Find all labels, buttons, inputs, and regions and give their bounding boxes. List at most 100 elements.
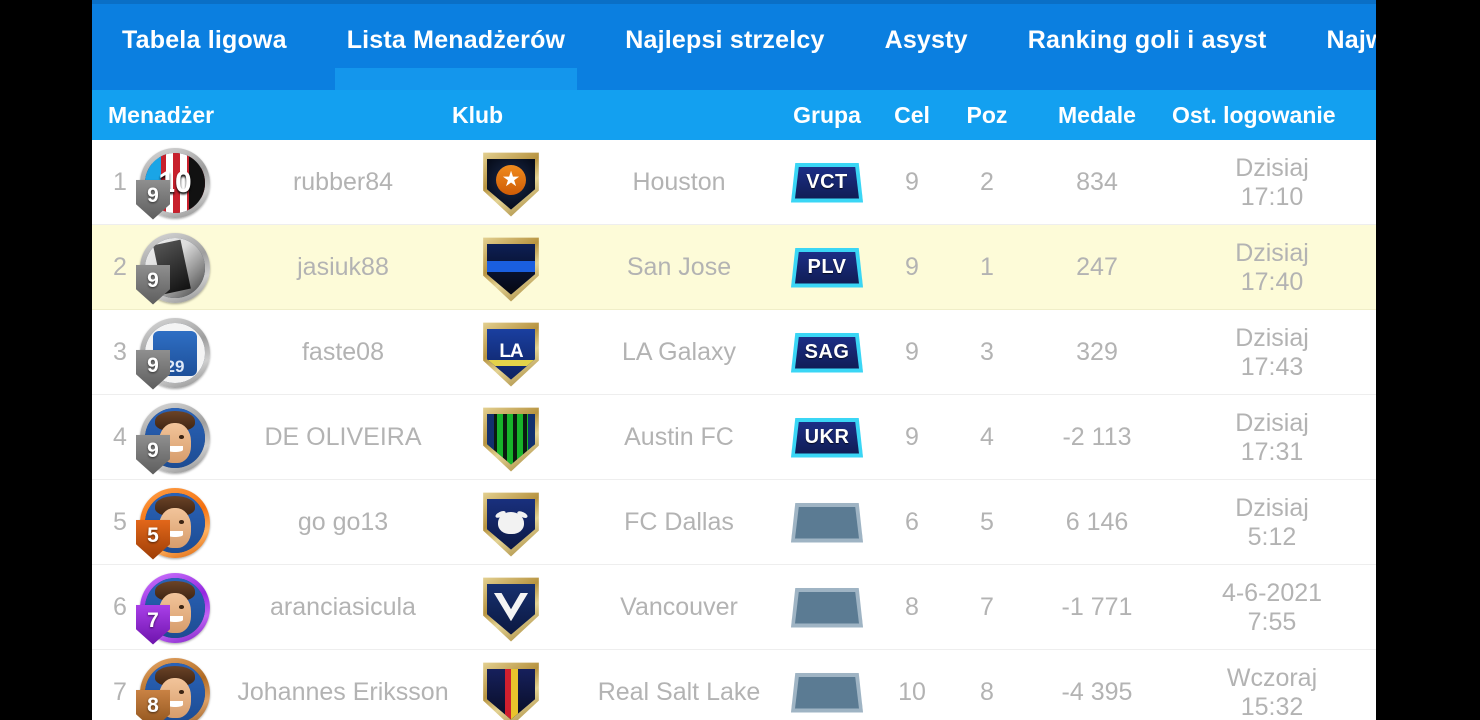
group-badge[interactable] xyxy=(772,650,882,720)
manager-avatar[interactable]: 5 xyxy=(132,480,218,565)
group-badge[interactable]: PLV xyxy=(772,225,882,310)
row-last-login: Dzisiaj 17:43 xyxy=(1172,310,1372,395)
club-crest[interactable] xyxy=(468,395,554,480)
row-goal: 10 xyxy=(898,678,926,706)
managers-table-body[interactable]: 1 10 9 rubber84 ★ Houston VCT 9 2 834 Dzisiaj 17:10… xyxy=(92,140,1376,720)
manager-name[interactable]: rubber84 xyxy=(218,140,468,225)
manager-avatar[interactable]: 9 xyxy=(132,395,218,480)
club-name[interactable]: Austin FC xyxy=(554,395,804,480)
table-row[interactable]: 1 10 9 rubber84 ★ Houston VCT 9 2 834 Dzisiaj 17:10 xyxy=(92,140,1376,225)
column-header-position[interactable]: Poz xyxy=(957,90,1017,140)
club-crest[interactable] xyxy=(468,225,554,310)
last-login-time: 17:43 xyxy=(1240,352,1304,381)
tab-label: Lista Menadżerów xyxy=(346,26,566,54)
table-row[interactable]: 5 5 go go13 FC Dallas 6 5 6 146 Dzisiaj 5:12 xyxy=(92,480,1376,565)
tab-ranking-goli-i-asyst[interactable]: Ranking goli i asyst xyxy=(998,0,1297,90)
row-medals: -1 771 xyxy=(1061,593,1133,621)
row-medals: 247 xyxy=(1076,253,1118,281)
table-row[interactable]: 2 9 jasiuk88 San Jose PLV 9 1 247 Dzisiaj 17:40 xyxy=(92,225,1376,310)
row-medals: -2 113 xyxy=(1062,423,1132,451)
manager-avatar[interactable]: 7 xyxy=(132,565,218,650)
row-last-login: Dzisiaj 5:12 xyxy=(1172,480,1372,565)
column-header-group[interactable]: Grupa xyxy=(772,90,882,140)
row-last-login: Wczoraj 15:32 xyxy=(1172,650,1372,720)
row-position: 2 xyxy=(980,168,994,196)
column-header-last-login[interactable]: Ost. logowanie xyxy=(1172,90,1376,140)
row-medals: 834 xyxy=(1076,168,1118,196)
tab-label: Ranking goli i asyst xyxy=(1027,26,1267,54)
table-row[interactable]: 3 29 9 faste08 LA LA Galaxy SAG 9 3 329 Dzisiaj 17:… xyxy=(92,310,1376,395)
manager-name[interactable]: DE OLIVEIRA xyxy=(218,395,468,480)
row-medals: 6 146 xyxy=(1065,508,1129,536)
tab-najlepsi-strzelcy[interactable]: Najlepsi strzelcy xyxy=(595,0,854,90)
last-login-day: Dzisiaj xyxy=(1235,408,1309,437)
crest-emblem: LA xyxy=(487,328,535,380)
manager-name[interactable]: go go13 xyxy=(218,480,468,565)
club-name[interactable]: Vancouver xyxy=(554,565,804,650)
club-name[interactable]: FC Dallas xyxy=(554,480,804,565)
column-header-manager[interactable]: Menadżer xyxy=(102,90,352,140)
row-position: 3 xyxy=(980,338,994,366)
manager-name[interactable]: jasiuk88 xyxy=(218,225,468,310)
group-badge[interactable]: SAG xyxy=(772,310,882,395)
group-badge-fill xyxy=(795,591,859,624)
club-crest[interactable]: ★ xyxy=(468,140,554,225)
crest-emblem xyxy=(487,668,535,720)
tab-label: Najwyższe xyxy=(1326,26,1376,54)
row-medals: 329 xyxy=(1076,338,1118,366)
tab-najwyższe[interactable]: Najwyższe xyxy=(1297,0,1376,90)
club-name[interactable]: Houston xyxy=(554,140,804,225)
manager-avatar[interactable]: 8 xyxy=(132,650,218,720)
avatar-level-badge: 8 xyxy=(136,689,170,720)
last-login-day: Dzisiaj xyxy=(1235,238,1309,267)
manager-name[interactable]: aranciasicula xyxy=(218,565,468,650)
manager-name[interactable]: Johannes Eriksson xyxy=(218,650,468,720)
row-position: 4 xyxy=(980,423,994,451)
club-name[interactable]: Real Salt Lake xyxy=(554,650,804,720)
last-login-day: Dzisiaj xyxy=(1235,153,1309,182)
group-badge-label: UKR xyxy=(804,426,850,448)
group-badge[interactable]: UKR xyxy=(772,395,882,480)
row-last-login: Dzisiaj 17:31 xyxy=(1172,395,1372,480)
table-column-header: Menadżer Klub Grupa Cel Poz Medale Ost. … xyxy=(92,90,1376,140)
row-goal: 9 xyxy=(905,338,919,366)
group-badge-label: SAG xyxy=(804,341,850,363)
table-row[interactable]: 6 7 aranciasicula Vancouver 8 7 -1 771 4-6-2021… xyxy=(92,565,1376,650)
group-badge-label: VCT xyxy=(806,171,848,193)
row-goal: 9 xyxy=(905,253,919,281)
row-position: 7 xyxy=(980,593,994,621)
last-login-time: 5:12 xyxy=(1247,522,1297,551)
row-goal: 6 xyxy=(905,508,919,536)
club-crest[interactable] xyxy=(468,565,554,650)
manager-avatar[interactable]: 29 9 xyxy=(132,310,218,395)
column-header-club[interactable]: Klub xyxy=(452,90,652,140)
club-crest[interactable] xyxy=(468,480,554,565)
table-row[interactable]: 7 8 Johannes Eriksson Real Salt Lake 10 8 -4 3… xyxy=(92,650,1376,720)
column-header-goal[interactable]: Cel xyxy=(882,90,942,140)
crest-emblem: ★ xyxy=(487,158,535,210)
column-header-medals[interactable]: Medale xyxy=(1022,90,1172,140)
manager-avatar[interactable]: 9 xyxy=(132,225,218,310)
manager-avatar[interactable]: 10 9 xyxy=(132,140,218,225)
club-name[interactable]: San Jose xyxy=(554,225,804,310)
club-crest[interactable] xyxy=(468,650,554,720)
last-login-time: 7:55 xyxy=(1247,607,1297,636)
tab-tabela-ligowa[interactable]: Tabela ligowa xyxy=(92,0,317,90)
row-goal: 9 xyxy=(905,168,919,196)
group-badge[interactable] xyxy=(772,480,882,565)
table-row[interactable]: 4 9 DE OLIVEIRA Austin FC UKR 9 4 -2 113 Dzisiaj… xyxy=(92,395,1376,480)
group-badge-label: PLV xyxy=(807,256,847,278)
last-login-day: Wczoraj xyxy=(1226,663,1318,692)
last-login-time: 17:10 xyxy=(1240,182,1304,211)
row-last-login: Dzisiaj 17:40 xyxy=(1172,225,1372,310)
last-login-day: 4-6-2021 xyxy=(1221,578,1323,607)
club-name[interactable]: LA Galaxy xyxy=(554,310,804,395)
manager-name[interactable]: faste08 xyxy=(218,310,468,395)
group-badge[interactable]: VCT xyxy=(772,140,882,225)
tab-asysty[interactable]: Asysty xyxy=(855,0,998,90)
group-badge-fill xyxy=(795,676,859,709)
group-badge[interactable] xyxy=(772,565,882,650)
tab-lista-menadżerów[interactable]: Lista Menadżerów xyxy=(317,0,596,90)
club-crest[interactable]: LA xyxy=(468,310,554,395)
tab-label: Najlepsi strzelcy xyxy=(625,26,825,54)
